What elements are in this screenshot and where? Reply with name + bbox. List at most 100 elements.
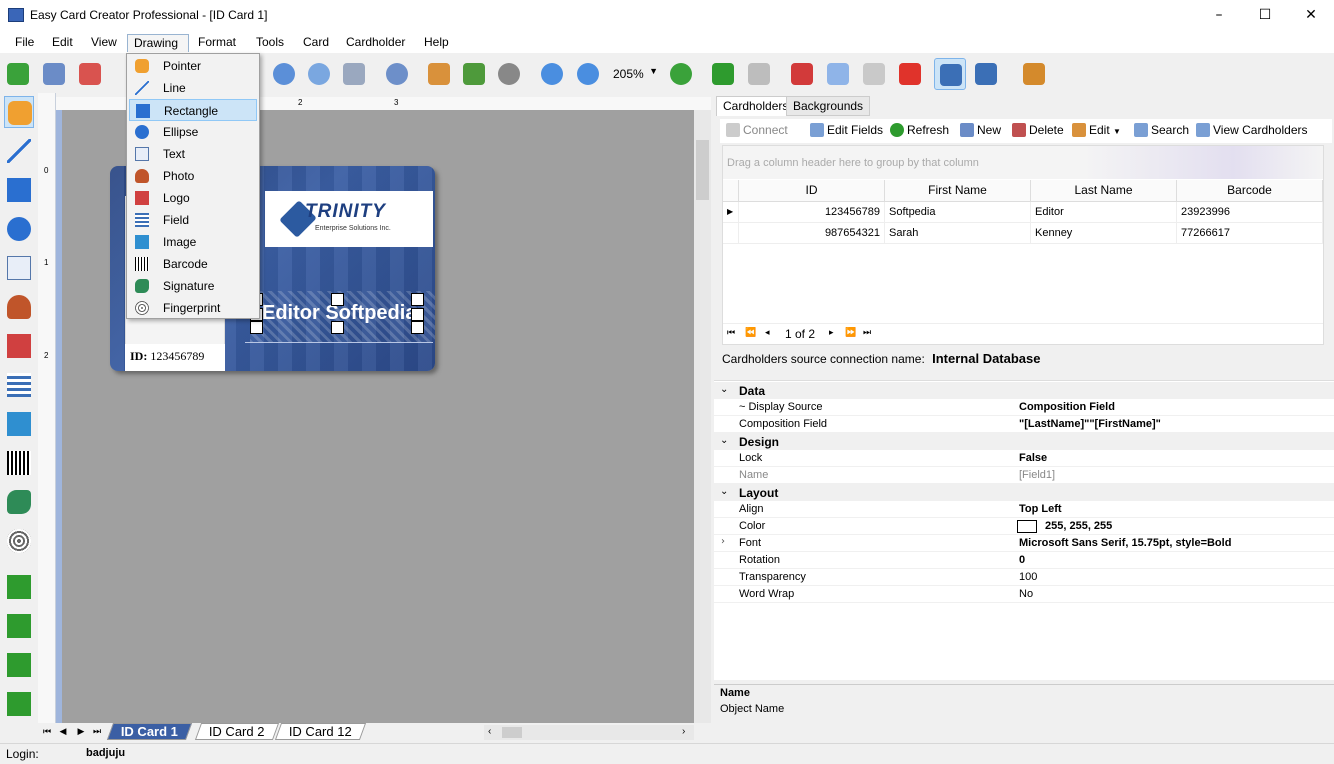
property-row[interactable]: Color 255, 255, 255 <box>714 518 1334 535</box>
property-row[interactable]: › Font Microsoft Sans Serif, 15.75pt, styl… <box>714 535 1334 552</box>
id-field[interactable]: ID: 123456789 <box>125 344 225 371</box>
first-tab-icon[interactable]: ⏮ <box>40 725 54 739</box>
tool-photo[interactable] <box>4 291 34 323</box>
scroll-right-icon[interactable]: › <box>682 726 685 737</box>
menu-card[interactable]: Card <box>297 34 335 52</box>
edit-fields-button[interactable]: Edit Fields <box>810 123 883 139</box>
category-design[interactable]: ⌄ Design <box>714 433 1334 450</box>
connect-button[interactable]: Connect <box>726 123 788 139</box>
property-value[interactable]: Top Left <box>1019 503 1062 515</box>
menu-file[interactable]: File <box>9 34 40 52</box>
minimize-button[interactable]: – <box>1196 0 1242 31</box>
refresh-button[interactable]: Refresh <box>890 123 949 139</box>
delete-card-button[interactable] <box>74 58 106 90</box>
zoom-out-button[interactable] <box>572 58 604 90</box>
drawing-menu-photo[interactable]: Photo <box>129 165 257 187</box>
back-side-button[interactable] <box>970 58 1002 90</box>
category-data[interactable]: ⌄ Data <box>714 382 1334 399</box>
table-cell[interactable]: Editor <box>1031 202 1177 223</box>
group-by-area[interactable]: Drag a column header here to group by th… <box>723 146 1323 179</box>
property-row[interactable]: Name [Field1] <box>714 467 1334 484</box>
table-cell[interactable]: Kenney <box>1031 223 1177 244</box>
tab-id-card-2[interactable]: ID Card 2 <box>194 723 279 740</box>
tool-fingerprint[interactable] <box>4 525 34 557</box>
tool-pointer[interactable] <box>4 96 34 128</box>
menu-help[interactable]: Help <box>418 34 455 52</box>
color-swatch[interactable] <box>1017 520 1037 533</box>
drawing-menu-text[interactable]: Text <box>129 143 257 165</box>
menu-cardholder[interactable]: Cardholder <box>340 34 411 52</box>
delete-button[interactable] <box>894 58 926 90</box>
property-row[interactable]: Transparency 100 <box>714 569 1334 586</box>
drawing-menu-fingerprint[interactable]: Fingerprint <box>129 297 257 319</box>
zoom-fit-button[interactable] <box>665 58 697 90</box>
print-button[interactable] <box>338 58 370 90</box>
menu-format[interactable]: Format <box>192 34 242 52</box>
property-value[interactable]: "[LastName]""[FirstName]" <box>1019 418 1161 430</box>
card-logo[interactable]: TRINITY Enterprise Solutions Inc. <box>265 191 433 247</box>
property-row[interactable]: Composition Field "[LastName]""[FirstName… <box>714 416 1334 433</box>
drawing-menu-barcode[interactable]: Barcode <box>129 253 257 275</box>
tab-backgrounds[interactable]: Backgrounds <box>786 96 871 116</box>
table-cell[interactable]: 123456789 <box>739 202 885 223</box>
property-value[interactable]: 100 <box>1019 571 1037 583</box>
resize-handle[interactable] <box>331 321 344 334</box>
expand-icon[interactable]: › <box>721 536 725 547</box>
drawing-menu-image[interactable]: Image <box>129 231 257 253</box>
drawing-menu-logo[interactable]: Logo <box>129 187 257 209</box>
fingerprint-button[interactable] <box>493 58 525 90</box>
property-row[interactable]: Rotation 0 <box>714 552 1334 569</box>
paste-button[interactable] <box>858 58 890 90</box>
cut-button[interactable] <box>786 58 818 90</box>
property-row[interactable]: Lock False <box>714 450 1334 467</box>
next-page-fast-icon[interactable]: ⏩ <box>845 328 856 338</box>
menu-drawing[interactable]: Drawing <box>127 34 189 52</box>
property-row[interactable]: Word Wrap No <box>714 586 1334 603</box>
table-cell[interactable]: 987654321 <box>739 223 885 244</box>
menu-edit[interactable]: Edit <box>46 34 79 52</box>
tab-id-card-1[interactable]: ID Card 1 <box>106 723 193 740</box>
scroll-thumb[interactable] <box>502 727 522 738</box>
scroll-left-icon[interactable]: ‹ <box>488 726 491 737</box>
align-left-button[interactable] <box>4 571 34 603</box>
close-button[interactable]: ✕ <box>1288 0 1334 31</box>
property-value[interactable]: 255, 255, 255 <box>1045 520 1112 532</box>
tool-logo[interactable] <box>4 330 34 362</box>
drawing-menu-ellipse[interactable]: Ellipse <box>129 121 257 143</box>
edit-cardholder-dropdown[interactable]: Edit ▼ <box>1072 123 1121 139</box>
tool-field[interactable] <box>4 369 34 401</box>
collapse-icon[interactable]: ⌄ <box>720 384 728 395</box>
resize-handle[interactable] <box>411 321 424 334</box>
resize-handle[interactable] <box>411 308 424 321</box>
align-center-button[interactable] <box>4 610 34 642</box>
scroll-thumb[interactable] <box>696 140 709 200</box>
tab-cardholders[interactable]: Cardholders <box>716 96 796 116</box>
property-value[interactable]: 0 <box>1019 554 1025 566</box>
redo-button[interactable] <box>743 58 775 90</box>
zoom-in-button[interactable] <box>536 58 568 90</box>
edit-cardholder-button[interactable] <box>423 58 455 90</box>
property-row[interactable]: ~ Display Source Composition Field <box>714 399 1334 416</box>
menu-view[interactable]: View <box>85 34 123 52</box>
category-layout[interactable]: ⌄ Layout <box>714 484 1334 501</box>
delete-cardholder-button[interactable]: Delete <box>1012 123 1064 139</box>
drawing-menu-signature[interactable]: Signature <box>129 275 257 297</box>
tool-text[interactable] <box>4 252 34 284</box>
undo-button[interactable] <box>707 58 739 90</box>
first-page-icon[interactable]: ⏮ <box>727 328 735 338</box>
canvas-horizontal-scrollbar[interactable]: ‹ › <box>484 725 694 740</box>
tool-barcode[interactable] <box>4 447 34 479</box>
zoom-select[interactable]: 205% ▼ <box>607 63 662 85</box>
next-tab-icon[interactable]: ▶ <box>74 725 88 739</box>
settings-button[interactable] <box>268 58 300 90</box>
property-value[interactable]: Composition Field <box>1019 401 1115 413</box>
prev-tab-icon[interactable]: ◀ <box>56 725 70 739</box>
tool-rectangle[interactable] <box>4 174 34 206</box>
preview-button[interactable] <box>303 58 335 90</box>
menu-tools[interactable]: Tools <box>250 34 290 52</box>
align-top-button[interactable] <box>4 649 34 681</box>
drawing-menu-field[interactable]: Field <box>129 209 257 231</box>
exit-button[interactable] <box>1018 58 1050 90</box>
print-setup-button[interactable] <box>381 58 413 90</box>
column-header-id[interactable]: ID <box>739 180 885 202</box>
